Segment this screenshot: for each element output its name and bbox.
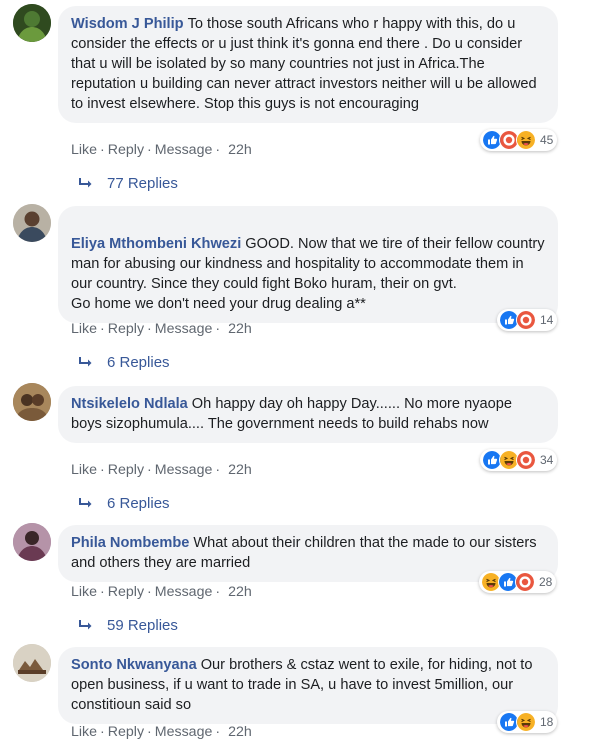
comment-actions: Like · Reply · Message · 22h (71, 142, 252, 158)
message-link[interactable]: Message (155, 584, 213, 600)
view-replies-link[interactable]: 6 Replies (78, 354, 170, 371)
comment-actions: Like · Reply · Message · 22h (71, 584, 252, 600)
angry-reaction-icon (516, 450, 536, 470)
comment-timestamp[interactable]: 22h (228, 724, 252, 740)
message-link[interactable]: Message (155, 462, 213, 478)
reply-arrow-icon (79, 618, 93, 630)
haha-reaction-icon (516, 130, 536, 150)
comment-author[interactable]: Phila Nombembe (71, 535, 189, 551)
like-link[interactable]: Like (71, 584, 97, 600)
replies-count: 59 Replies (107, 617, 178, 634)
comment-author[interactable]: Sonto Nkwanyana (71, 657, 197, 673)
avatar[interactable] (13, 204, 51, 242)
reaction-summary[interactable]: 45 (480, 129, 558, 151)
comment-timestamp[interactable]: 22h (228, 462, 252, 478)
reply-arrow-icon (79, 176, 93, 188)
reply-link[interactable]: Reply (108, 462, 144, 478)
comment-actions: Like · Reply · Message · 22h (71, 724, 252, 740)
avatar[interactable] (13, 644, 51, 682)
like-link[interactable]: Like (71, 142, 97, 158)
avatar-image (13, 383, 51, 421)
comment-timestamp[interactable]: 22h (228, 584, 252, 600)
avatar[interactable] (13, 4, 51, 42)
replies-count: 77 Replies (107, 175, 178, 192)
comment-bubble: Wisdom J Philip To those south Africans w… (58, 6, 558, 123)
comment-author[interactable]: Wisdom J Philip (71, 16, 184, 32)
avatar-image (13, 523, 51, 561)
comment-timestamp[interactable]: 22h (228, 142, 252, 158)
avatar-image (13, 204, 51, 242)
angry-reaction-icon (515, 572, 535, 592)
message-link[interactable]: Message (155, 321, 213, 337)
reaction-summary[interactable]: 28 (479, 571, 557, 593)
view-replies-link[interactable]: 77 Replies (78, 175, 178, 192)
avatar-image (13, 644, 51, 682)
reaction-count: 28 (539, 575, 553, 589)
like-link[interactable]: Like (71, 462, 97, 478)
comment-author[interactable]: Ntsikelelo Ndlala (71, 396, 188, 412)
reply-link[interactable]: Reply (108, 724, 144, 740)
comment-timestamp[interactable]: 22h (228, 321, 252, 337)
like-link[interactable]: Like (71, 321, 97, 337)
avatar[interactable] (13, 383, 51, 421)
avatar-image (13, 4, 51, 42)
reply-arrow-icon (79, 355, 93, 367)
reaction-count: 14 (540, 313, 554, 327)
comment-actions: Like · Reply · Message · 22h (71, 321, 252, 337)
reaction-count: 45 (540, 133, 554, 147)
replies-count: 6 Replies (107, 495, 170, 512)
reply-link[interactable]: Reply (108, 321, 144, 337)
view-replies-link[interactable]: 59 Replies (78, 617, 178, 634)
comment-actions: Like · Reply · Message · 22h (71, 462, 252, 478)
replies-count: 6 Replies (107, 354, 170, 371)
comment-bubble: Ntsikelelo Ndlala Oh happy day oh happy D… (58, 386, 558, 443)
reaction-count: 18 (540, 715, 554, 729)
haha-reaction-icon (516, 712, 536, 732)
comment-author[interactable]: Eliya Mthombeni Khwezi (71, 236, 241, 252)
reaction-count: 34 (540, 453, 554, 467)
reply-link[interactable]: Reply (108, 142, 144, 158)
reply-link[interactable]: Reply (108, 584, 144, 600)
angry-reaction-icon (516, 310, 536, 330)
reply-arrow-icon (79, 496, 93, 508)
view-replies-link[interactable]: 6 Replies (78, 495, 170, 512)
reaction-summary[interactable]: 18 (497, 711, 558, 733)
avatar[interactable] (13, 523, 51, 561)
comment-bubble: Sonto Nkwanyana Our brothers & cstaz went… (58, 647, 558, 724)
reaction-summary[interactable]: 34 (480, 449, 558, 471)
comment-bubble: Eliya Mthombeni Khwezi GOOD. Now that we … (58, 206, 558, 323)
message-link[interactable]: Message (155, 142, 213, 158)
message-link[interactable]: Message (155, 724, 213, 740)
like-link[interactable]: Like (71, 724, 97, 740)
reaction-summary[interactable]: 14 (497, 309, 558, 331)
